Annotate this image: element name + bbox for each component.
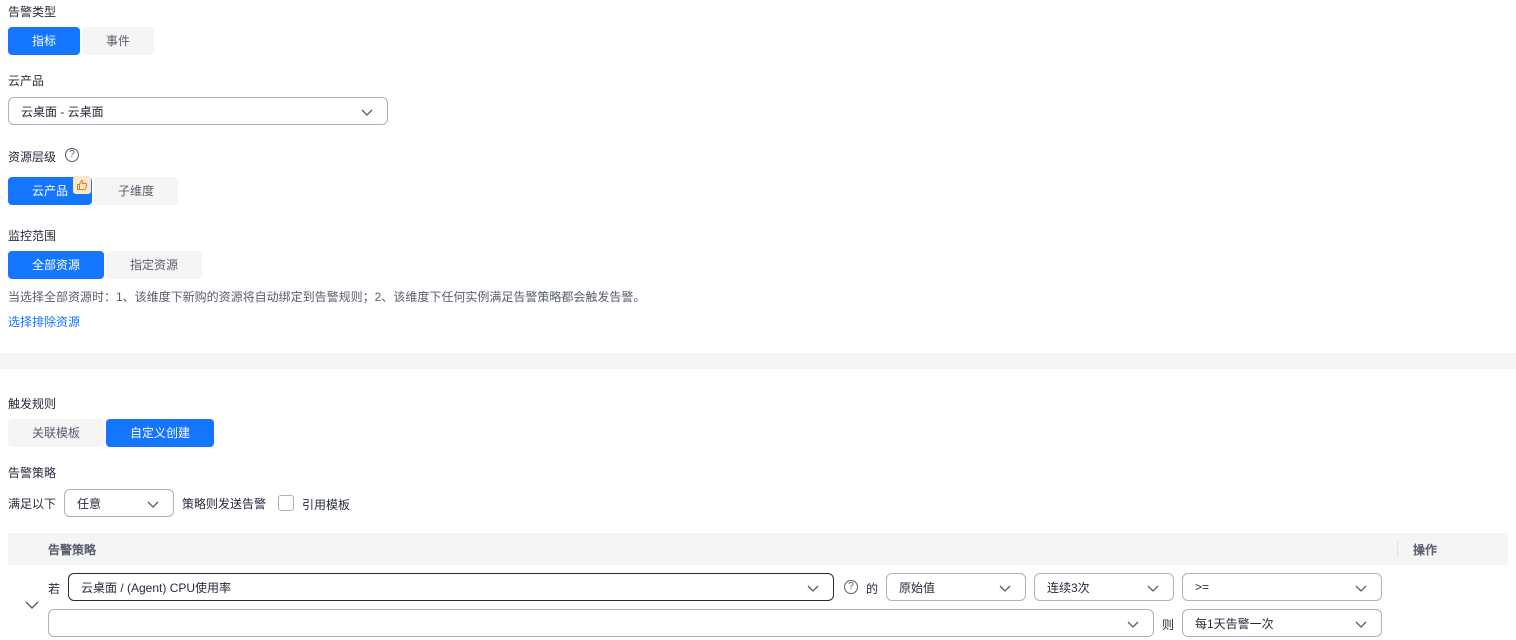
trigger-rule-option-custom[interactable]: 自定义创建 [106,419,214,447]
policy-table-header: 告警策略 操作 [8,533,1508,565]
condition-value: 任意 [77,496,102,511]
exclude-resources-link[interactable]: 选择排除资源 [8,313,80,330]
frequency-value: 每1天告警一次 [1195,616,1274,631]
operator-select[interactable]: >= [1182,573,1382,601]
metric-select[interactable]: 云桌面 / (Agent) CPU使用率 [68,573,834,601]
then-label: 则 [1162,618,1175,632]
chevron-down-icon [1147,585,1159,592]
chevron-down-icon [1127,621,1139,628]
cloud-product-label: 云产品 [8,74,45,88]
help-icon[interactable]: ? [844,580,858,594]
monitor-scope-segment: 全部资源 指定资源 [8,251,202,279]
use-template-checkbox[interactable] [278,495,294,511]
trigger-rule-label: 触发规则 [8,397,57,411]
help-icon[interactable]: ? [65,148,79,162]
chevron-down-icon [807,585,819,592]
threshold-select[interactable] [48,609,1154,637]
alarm-policy-prefix: 满足以下 [8,497,57,511]
resource-level-label: 资源层级 [8,150,57,164]
thumbs-up-icon [73,176,91,194]
expand-chevron-icon[interactable] [24,597,40,613]
cloud-product-value: 云桌面 - 云桌面 [21,104,104,119]
alarm-type-option-metric[interactable]: 指标 [8,27,80,55]
if-label: 若 [48,582,61,596]
period-value: 连续3次 [1047,580,1090,595]
monitor-scope-hint: 当选择全部资源时：1、该维度下新购的资源将自动绑定到告警规则；2、该维度下任何实… [8,290,646,304]
condition-select[interactable]: 任意 [64,489,174,517]
statistic-select[interactable]: 原始值 [886,573,1026,601]
chevron-down-icon [147,501,159,508]
alarm-policy-label: 告警策略 [8,466,57,480]
chevron-down-icon [1355,585,1367,592]
operator-value: >= [1195,580,1210,594]
resource-level-segment: 云产品 子维度 [8,177,178,205]
chevron-down-icon [1355,621,1367,628]
monitor-scope-option-specified[interactable]: 指定资源 [106,251,202,279]
chevron-down-icon [999,585,1011,592]
metric-value: 云桌面 / (Agent) CPU使用率 [81,580,232,595]
alarm-type-option-event[interactable]: 事件 [82,27,154,55]
resource-level-option-subdimension[interactable]: 子维度 [94,177,178,205]
period-select[interactable]: 连续3次 [1034,573,1174,601]
monitor-scope-label: 监控范围 [8,229,57,243]
chevron-down-icon [361,109,373,116]
alarm-type-label: 告警类型 [8,5,57,19]
column-separator [1397,541,1398,557]
trigger-rule-option-template[interactable]: 关联模板 [8,419,104,447]
alarm-type-segment: 指标 事件 [8,27,154,55]
monitor-scope-option-all[interactable]: 全部资源 [8,251,104,279]
trigger-rule-segment: 关联模板 自定义创建 [8,419,214,447]
cloud-product-select[interactable]: 云桌面 - 云桌面 [8,97,388,125]
of-label: 的 [866,582,879,596]
alarm-policy-suffix: 策略则发送告警 [182,497,267,511]
section-divider [0,353,1516,369]
use-template-label[interactable]: 引用模板 [302,496,350,513]
frequency-select[interactable]: 每1天告警一次 [1182,609,1382,637]
column-header-policy: 告警策略 [48,543,97,557]
statistic-value: 原始值 [899,580,936,595]
column-header-actions: 操作 [1413,543,1438,557]
